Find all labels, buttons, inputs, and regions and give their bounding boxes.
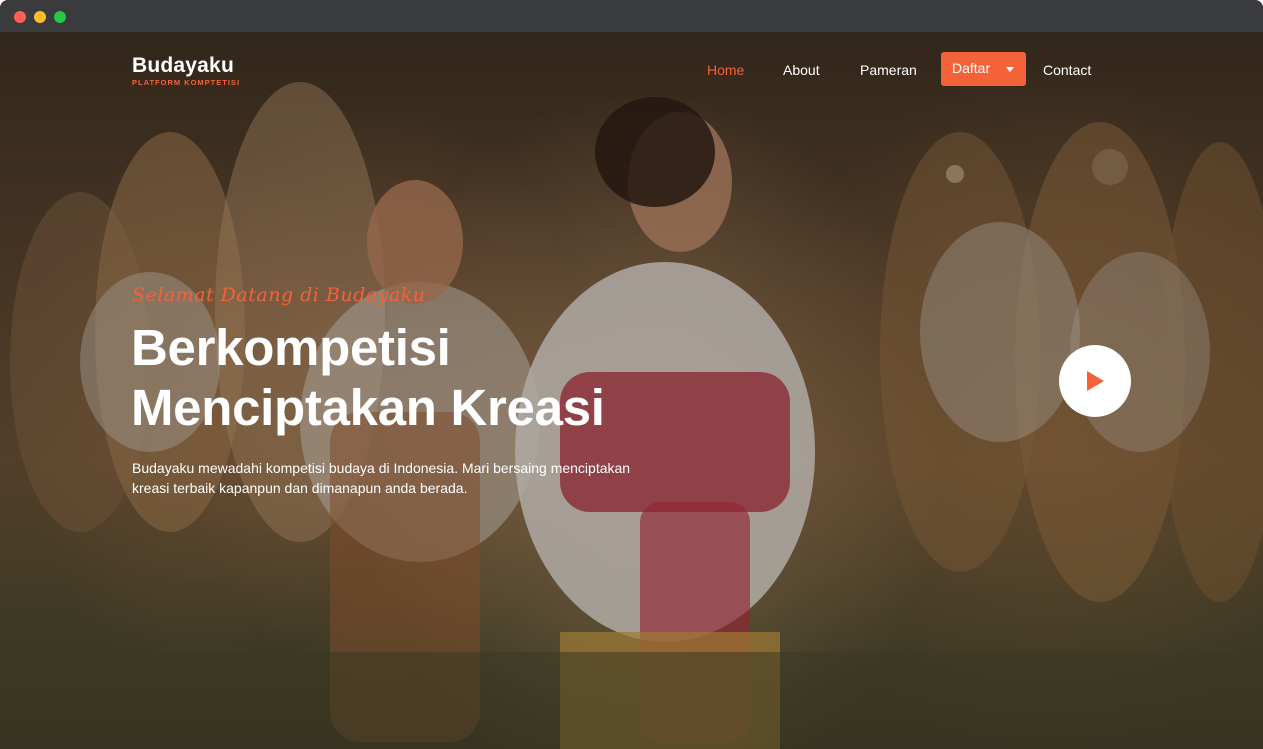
brand-tagline: PLATFORM KOMPTETISI (132, 78, 241, 87)
brand-logo[interactable]: Budayaku PLATFORM KOMPTETISI (132, 54, 240, 87)
nav-item-pameran[interactable]: Pameran (860, 62, 917, 78)
minimize-window-button[interactable] (34, 11, 46, 23)
play-icon (1087, 371, 1104, 391)
caret-down-icon (1006, 67, 1014, 72)
hero-headline-line-1: Berkompetisi (131, 319, 451, 376)
title-bar (0, 0, 1263, 32)
browser-window: Budayaku PLATFORM KOMPTETISI Home About … (0, 0, 1263, 749)
hero-greeting: Selamat Datang di Budayaku (132, 284, 426, 306)
nav-item-home[interactable]: Home (707, 62, 744, 78)
maximize-window-button[interactable] (54, 11, 66, 23)
nav-item-about[interactable]: About (783, 62, 820, 78)
hero-description: Budayaku mewadahi kompetisi budaya di In… (132, 460, 631, 496)
nav-item-contact[interactable]: Contact (1043, 62, 1091, 78)
play-video-button[interactable] (1059, 345, 1131, 417)
nav-dropdown-label: Daftar (952, 60, 991, 76)
nav-dropdown-daftar[interactable]: Daftar (941, 52, 1026, 86)
hero-section: Budayaku PLATFORM KOMPTETISI Home About … (0, 32, 1263, 749)
brand-name: Budayaku (132, 54, 234, 77)
close-window-button[interactable] (14, 11, 26, 23)
hero-headline: Berkompetisi Menciptakan Kreasi (131, 318, 605, 438)
hero-headline-line-2: Menciptakan Kreasi (131, 379, 605, 436)
